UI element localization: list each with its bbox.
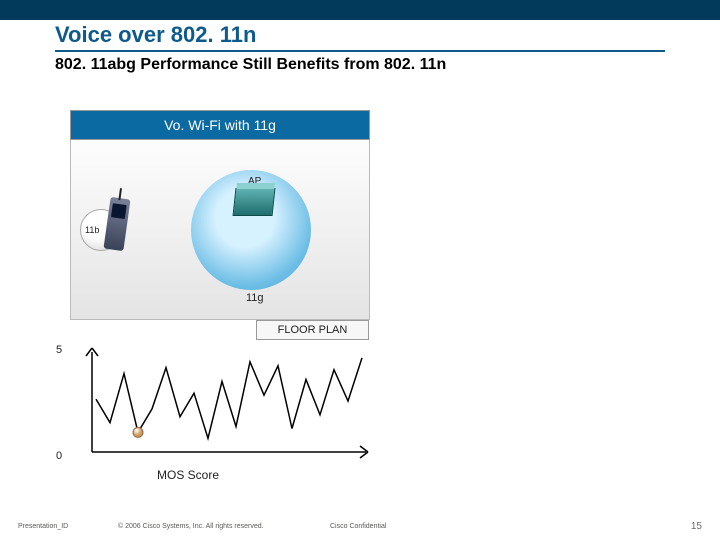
panel-body: AP 11g 11b xyxy=(70,140,370,320)
footer-confidential: Cisco Confidential xyxy=(330,523,386,530)
slide-subtitle: 802. 11abg Performance Still Benefits fr… xyxy=(55,56,446,74)
floorplan-label: FLOOR PLAN xyxy=(256,320,369,340)
coverage-label-11g: 11g xyxy=(246,292,264,304)
mos-chart xyxy=(70,344,370,460)
access-point-icon xyxy=(233,188,276,216)
chart-ytick-5: 5 xyxy=(56,344,62,356)
footer-presentation-id: Presentation_ID xyxy=(18,523,68,530)
chart-ytick-0: 0 xyxy=(56,450,62,462)
top-bar xyxy=(0,0,720,20)
page-number: 15 xyxy=(691,521,702,532)
chart-xlabel: MOS Score xyxy=(157,468,219,482)
footer-copyright: © 2006 Cisco Systems, Inc. All rights re… xyxy=(118,523,264,530)
title-divider xyxy=(55,50,665,52)
panel-header: Vo. Wi-Fi with 11g xyxy=(70,110,370,140)
slide-title: Voice over 802. 11n xyxy=(55,22,256,48)
wifi-panel: Vo. Wi-Fi with 11g AP 11g 11b xyxy=(70,110,370,320)
phone-label-11b: 11b xyxy=(85,225,99,235)
phone-icon xyxy=(103,197,130,251)
